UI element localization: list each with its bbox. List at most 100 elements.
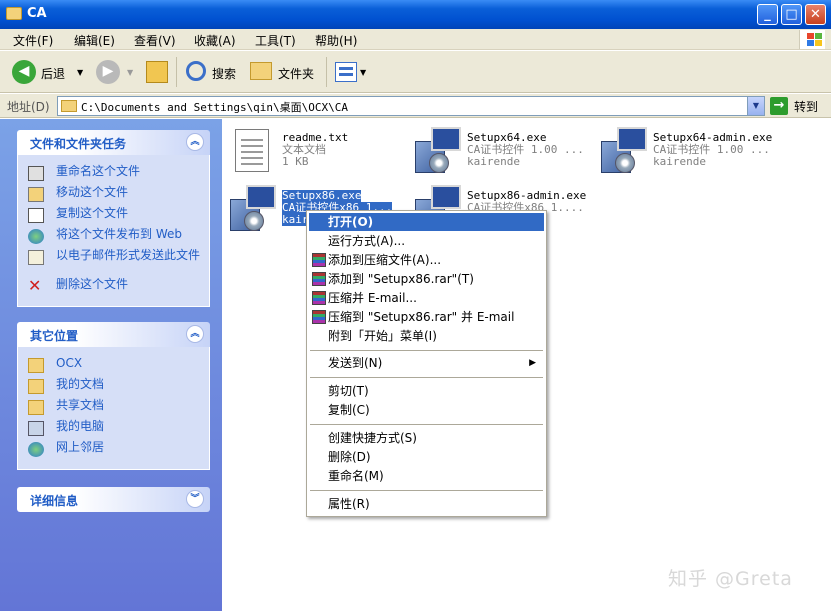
context-menu: 打开(O) 运行方式(A)... 添加到压缩文件(A)... 添加到 "Setu… <box>306 210 547 517</box>
move-icon <box>28 187 44 202</box>
file-company: kairende <box>467 155 520 168</box>
ctx-cut[interactable]: 剪切(T) <box>309 382 544 400</box>
menu-edit[interactable]: 编辑(E) <box>74 32 115 49</box>
installer-icon <box>415 127 465 175</box>
address-path[interactable]: C:\Documents and Settings\qin\桌面\OCX\CA <box>81 99 348 115</box>
file-tasks-title: 文件和文件夹任务 <box>30 137 127 151</box>
other-places-title: 其它位置 <box>30 329 79 343</box>
folder-icon <box>61 100 77 112</box>
go-button[interactable]: → 转到 <box>770 96 828 116</box>
my-documents-icon <box>28 379 44 394</box>
winrar-icon <box>312 272 326 286</box>
file-tasks-panel: 文件和文件夹任务 ︽ 重命名这个文件 移动这个文件 复制这个文件 将这个文件发布… <box>17 130 210 307</box>
ctx-copy[interactable]: 复制(C) <box>309 401 544 419</box>
other-places-panel: 其它位置 ︽ OCX 我的文档 共享文档 我的电脑 网上邻居 <box>17 322 210 470</box>
windows-logo-icon <box>799 30 825 49</box>
file-tasks-header[interactable]: 文件和文件夹任务 ︽ <box>17 130 210 155</box>
details-panel: 详细信息 ︾ <box>17 487 210 512</box>
folder-icon <box>6 7 22 20</box>
other-places-body: OCX 我的文档 共享文档 我的电脑 网上邻居 <box>17 347 210 470</box>
menu-separator <box>310 350 543 351</box>
file-company: kairende <box>653 155 706 168</box>
file-tasks-body: 重命名这个文件 移动这个文件 复制这个文件 将这个文件发布到 Web 以电子邮件… <box>17 155 210 307</box>
forward-dropdown-icon[interactable]: ▼ <box>127 68 133 77</box>
folders-button-label[interactable]: 文件夹 <box>278 65 314 82</box>
folder-icon <box>28 358 44 373</box>
folders-icon[interactable] <box>250 62 272 80</box>
file-item[interactable]: readme.txt 文本文档 1 KB <box>222 123 397 175</box>
expand-chevron-icon[interactable]: ︾ <box>186 490 204 508</box>
window-title: CA <box>27 6 47 21</box>
shared-folder-icon <box>28 400 44 415</box>
close-button[interactable]: ✕ <box>805 4 826 25</box>
ctx-open[interactable]: 打开(O) <box>309 213 544 231</box>
views-icon[interactable] <box>335 62 357 82</box>
back-button-label[interactable]: 后退 <box>41 65 65 82</box>
delete-x-icon: ✕ <box>28 276 42 295</box>
back-dropdown-icon[interactable]: ▼ <box>77 68 83 77</box>
details-title: 详细信息 <box>30 494 79 508</box>
text-document-icon <box>235 129 269 172</box>
views-dropdown-icon[interactable]: ▼ <box>360 68 366 77</box>
ctx-pin-start-menu[interactable]: 附到「开始」菜单(I) <box>309 327 544 345</box>
ctx-compress-email[interactable]: 压缩并 E-mail... <box>309 289 544 307</box>
maximize-button[interactable]: □ <box>781 4 802 25</box>
toolbar-separator <box>176 57 177 87</box>
address-bar: 地址(D) C:\Documents and Settings\qin\桌面\O… <box>0 94 831 118</box>
details-header[interactable]: 详细信息 ︾ <box>17 487 210 512</box>
copy-icon <box>28 208 44 223</box>
search-button-label[interactable]: 搜索 <box>212 65 236 82</box>
globe-icon <box>28 229 44 244</box>
menu-view[interactable]: 查看(V) <box>134 32 176 49</box>
menu-file[interactable]: 文件(F) <box>13 32 53 49</box>
menu-separator <box>310 377 543 378</box>
ctx-compress-rar-email[interactable]: 压缩到 "Setupx86.rar" 并 E-mail <box>309 308 544 326</box>
ctx-add-to-archive[interactable]: 添加到压缩文件(A)... <box>309 251 544 269</box>
file-item[interactable]: Setupx64.exe CA证书控件 1.00 ... kairende <box>407 123 584 175</box>
address-input[interactable]: C:\Documents and Settings\qin\桌面\OCX\CA … <box>57 96 765 116</box>
network-icon <box>28 442 44 457</box>
submenu-arrow-icon: ▶ <box>529 358 536 368</box>
ctx-send-to[interactable]: 发送到(N) ▶ <box>309 354 544 372</box>
watermark: 知乎 @Greta <box>668 568 793 590</box>
file-size: 1 KB <box>282 155 309 168</box>
menu-help[interactable]: 帮助(H) <box>315 32 357 49</box>
search-icon[interactable] <box>186 61 206 81</box>
file-item[interactable]: Setupx64-admin.exe CA证书控件 1.00 ... kaire… <box>593 123 772 175</box>
ctx-run-as[interactable]: 运行方式(A)... <box>309 232 544 250</box>
address-label: 地址(D) <box>7 100 50 114</box>
email-icon <box>28 250 44 265</box>
rename-icon <box>28 166 44 181</box>
minimize-button[interactable]: _ <box>757 4 778 25</box>
collapse-chevron-icon[interactable]: ︽ <box>186 325 204 343</box>
ctx-rename[interactable]: 重命名(M) <box>309 467 544 485</box>
menu-tools[interactable]: 工具(T) <box>255 32 296 49</box>
menu-bar: 文件(F) 编辑(E) 查看(V) 收藏(A) 工具(T) 帮助(H) <box>0 29 831 50</box>
computer-icon <box>28 421 44 436</box>
task-pane: 文件和文件夹任务 ︽ 重命名这个文件 移动这个文件 复制这个文件 将这个文件发布… <box>0 119 222 611</box>
ctx-properties[interactable]: 属性(R) <box>309 495 544 513</box>
file-company: kair <box>282 213 309 226</box>
winrar-icon <box>312 291 326 305</box>
go-button-label: 转到 <box>794 100 819 114</box>
title-bar[interactable]: CA _ □ ✕ <box>0 0 831 29</box>
winrar-icon <box>312 310 326 324</box>
back-arrow-icon[interactable]: ◀ <box>12 60 36 84</box>
ctx-delete[interactable]: 删除(D) <box>309 448 544 466</box>
installer-icon <box>601 127 651 175</box>
winrar-icon <box>312 253 326 267</box>
ctx-create-shortcut[interactable]: 创建快捷方式(S) <box>309 429 544 447</box>
address-dropdown-icon[interactable]: ▼ <box>747 97 764 115</box>
other-places-header[interactable]: 其它位置 ︽ <box>17 322 210 347</box>
go-arrow-icon: → <box>770 97 788 115</box>
ctx-add-to-rar[interactable]: 添加到 "Setupx86.rar"(T) <box>309 270 544 288</box>
forward-arrow-icon[interactable]: ▶ <box>96 60 120 84</box>
installer-icon <box>230 185 280 233</box>
toolbar-separator <box>326 57 327 87</box>
menu-separator <box>310 424 543 425</box>
menu-favorites[interactable]: 收藏(A) <box>194 32 236 49</box>
up-folder-icon[interactable] <box>146 61 168 83</box>
toolbar: ◀ 后退 ▼ ▶ ▼ 搜索 文件夹 ▼ <box>0 51 831 93</box>
collapse-chevron-icon[interactable]: ︽ <box>186 133 204 151</box>
menu-separator <box>310 490 543 491</box>
